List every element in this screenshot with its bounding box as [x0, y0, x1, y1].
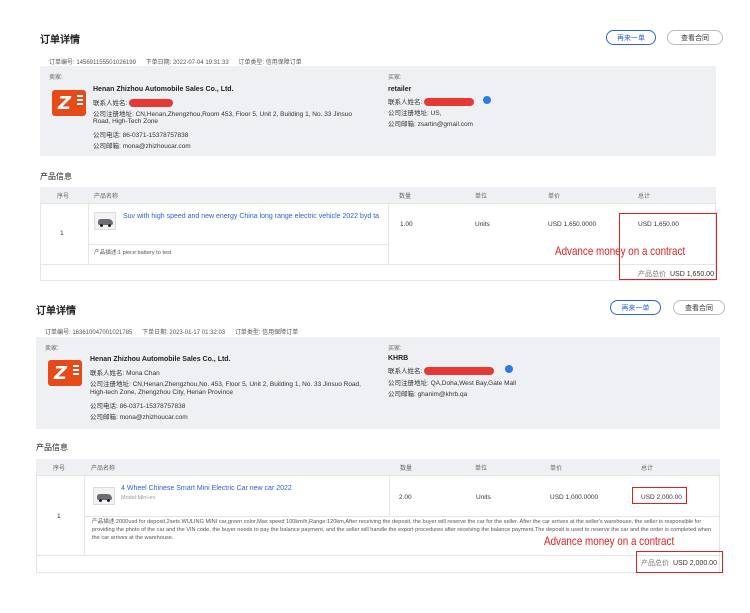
seller-label: 卖家: [49, 75, 63, 81]
col-price: 单价 [550, 466, 563, 472]
col-unit: 单位 [475, 466, 488, 472]
chat-icon[interactable] [483, 96, 491, 104]
seller-contact: 联系人姓名: [93, 97, 174, 108]
party-info-box: 卖家: Henan Zhizhou Automobile Sales Co., … [40, 66, 716, 156]
seller-phone: 公司电话: 86-0371-15378757838 [93, 132, 189, 139]
col-unit: 单位 [475, 194, 488, 200]
seller-phone: 公司电话: 86-0371-15378757838 [90, 403, 186, 410]
col-price: 单价 [548, 194, 561, 200]
seller-company-name: Henan Zhizhou Automobile Sales Co., Ltd. [90, 356, 231, 363]
page-title: 订单详情 [40, 35, 80, 46]
redaction [129, 99, 174, 108]
seller-logo [52, 90, 86, 116]
col-index: 序号 [57, 194, 70, 200]
col-total: 总计 [641, 466, 654, 472]
reorder-button[interactable]: 再来一单 [606, 30, 656, 45]
row-unit-price: USD 1,650.0000 [548, 221, 597, 228]
grand-total: 产品总价 USD 1,650.00 [638, 271, 714, 278]
col-qty: 数量 [400, 466, 413, 472]
buyer-reg-address: 公司注册地址: US, [388, 110, 442, 117]
seller-company-name: Henan Zhizhou Automobile Sales Co., Ltd. [93, 86, 234, 93]
buyer-email: 公司邮箱: zsartin@gmail.com [388, 121, 473, 128]
col-product: 产品名称 [94, 194, 119, 200]
buyer-reg-address: 公司注册地址: QA,Doha,West Bay,Gate Mall [388, 380, 516, 387]
seller-contact: 联系人姓名: Mona Chan [90, 370, 160, 377]
seller-address: High-tech Zone, Zhengzhou City, Henan Pr… [90, 389, 233, 396]
row-unit: Units [475, 221, 490, 228]
seller-email: 公司邮箱: mona@zhizhoucar.com [93, 143, 191, 150]
col-total: 总计 [638, 194, 651, 200]
product-thumbnail[interactable] [94, 212, 116, 230]
order-meta: 订单编号: 163610047001021785 下单日期: 2023-01-1… [45, 327, 306, 336]
col-index: 序号 [53, 466, 66, 472]
redaction [424, 367, 495, 376]
product-model: Model:Mini-ev [121, 495, 156, 501]
buyer-label: 买家: [388, 75, 402, 81]
row-unit: Units [476, 494, 491, 501]
buyer-name: KHRB [388, 355, 409, 362]
product-section-title: 产品信息 [40, 172, 72, 181]
reorder-button[interactable]: 再来一单 [610, 300, 661, 315]
annotation-text: Advance money on a contract [544, 534, 675, 548]
annotation-text: Advance money on a contract [555, 244, 686, 258]
view-contract-button[interactable]: 查看合同 [667, 30, 723, 45]
row-quantity: 2.00 [399, 494, 412, 501]
seller-label: 卖家: [45, 346, 59, 352]
order-type: 订单类型: 信用保障订单 [234, 330, 299, 336]
redaction [424, 98, 475, 107]
col-qty: 数量 [399, 194, 412, 200]
table-header: 序号 产品名称 数量 单位 单价 总计 [36, 459, 720, 475]
buyer-contact: 联系人姓名: [388, 96, 475, 107]
chat-icon[interactable] [505, 365, 513, 373]
order-number: 订单编号: 163610047001021785 [45, 330, 133, 336]
buyer-label: 买家: [388, 346, 402, 352]
highlight-box [632, 487, 687, 504]
product-section-title: 产品信息 [36, 443, 68, 452]
seller-email: 公司邮箱: mona@zhizhoucar.com [90, 414, 188, 421]
buyer-email: 公司邮箱: ghanim@khrb.qa [388, 391, 468, 398]
row-unit-price: USD 1,000.0000 [550, 494, 599, 501]
table-header: 序号 产品名称 数量 单位 单价 总计 [40, 187, 716, 203]
row-quantity: 1.00 [400, 221, 413, 228]
col-product: 产品名称 [91, 466, 116, 472]
party-info-box: 卖家: Henan Zhizhou Automobile Sales Co., … [36, 337, 720, 429]
product-name-link[interactable]: Suv with high speed and new energy China… [123, 213, 379, 220]
product-thumbnail[interactable] [93, 487, 115, 505]
row-index: 1 [60, 230, 64, 237]
seller-address: Road, High-Tech Zone [93, 118, 159, 125]
product-description: 产品描述:1 piece battery to test [94, 250, 172, 256]
buyer-contact: 联系人姓名: [388, 365, 495, 376]
order-detail-panel: 订单详情 再来一单 查看合同 订单编号: 163610047001021785 … [0, 293, 750, 613]
page-title: 订单详情 [36, 306, 76, 317]
order-meta: 订单编号: 145691155501026199 下单日期: 2022-07-0… [49, 57, 310, 66]
order-date: 下单日期: 2023-01-17 01:32:03 [142, 330, 226, 336]
view-contract-button[interactable]: 查看合同 [673, 300, 725, 315]
buyer-name: retailer [388, 86, 412, 93]
order-detail-panel: 订单详情 再来一单 查看合同 订单编号: 145691155501026199 … [0, 0, 750, 292]
grand-total: 产品总价 USD 2,000.00 [641, 560, 717, 567]
product-name-link[interactable]: 4 Wheel Chinese Smart Mini Electric Car … [121, 485, 292, 492]
seller-logo [48, 360, 82, 386]
seller-reg-address: 公司注册地址: CN,Henan,Zhengzhou,Room 453, Flo… [93, 111, 353, 118]
seller-reg-address: 公司注册地址: CN,Henan,Zhengzhou,No. 453, Floo… [90, 381, 361, 388]
row-index: 1 [57, 513, 61, 520]
